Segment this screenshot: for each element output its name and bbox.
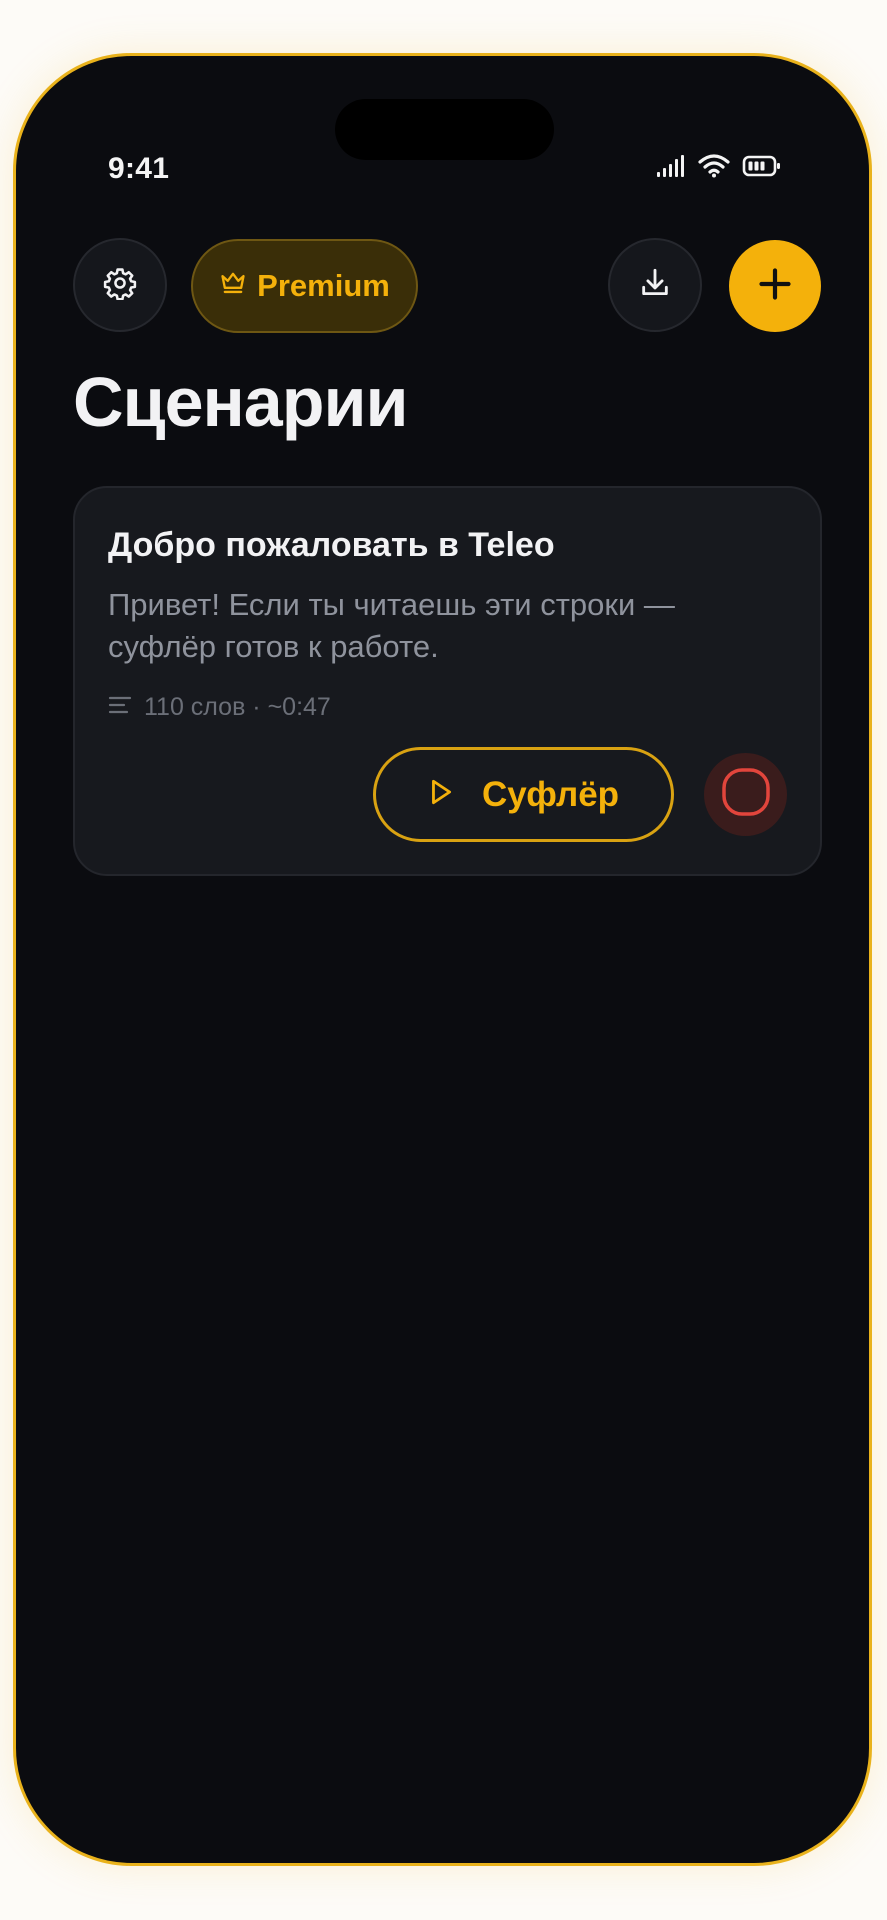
crown-icon — [219, 268, 247, 304]
dynamic-island — [335, 99, 554, 160]
prompter-label: Суфлёр — [481, 774, 620, 814]
script-title: Добро пожаловать в Teleo — [108, 526, 555, 564]
page-title: Сценарии — [73, 363, 409, 441]
download-icon — [638, 266, 672, 305]
premium-button[interactable]: Premium — [191, 239, 418, 333]
cellular-signal-icon — [656, 154, 686, 178]
script-stats: 110 слов · ~0:47 — [144, 693, 331, 721]
premium-label: Premium — [257, 268, 390, 303]
wifi-icon — [698, 154, 730, 178]
prompter-button[interactable]: Суфлёр — [373, 747, 674, 842]
screen: 9:41 Premium Сценарии Добро пожаловать в… — [0, 0, 887, 1920]
record-button[interactable] — [704, 753, 787, 836]
play-icon — [428, 775, 454, 815]
battery-icon — [742, 154, 782, 178]
status-time: 9:41 — [108, 152, 170, 185]
add-script-button[interactable] — [729, 240, 821, 332]
settings-button[interactable] — [73, 238, 167, 332]
script-meta: 110 слов · ~0:47 — [108, 693, 331, 722]
phone-frame: 9:41 Premium Сценарии Добро пожаловать в… — [13, 53, 872, 1866]
gear-icon — [103, 266, 137, 305]
script-preview: Привет! Если ты читаешь эти строки — суф… — [108, 587, 675, 664]
record-icon — [721, 767, 771, 822]
script-card[interactable]: Добро пожаловать в Teleo Привет! Если ты… — [73, 486, 822, 876]
status-icons — [656, 154, 782, 178]
download-button[interactable] — [608, 238, 702, 332]
plus-icon — [757, 266, 793, 307]
text-lines-icon — [108, 693, 132, 722]
